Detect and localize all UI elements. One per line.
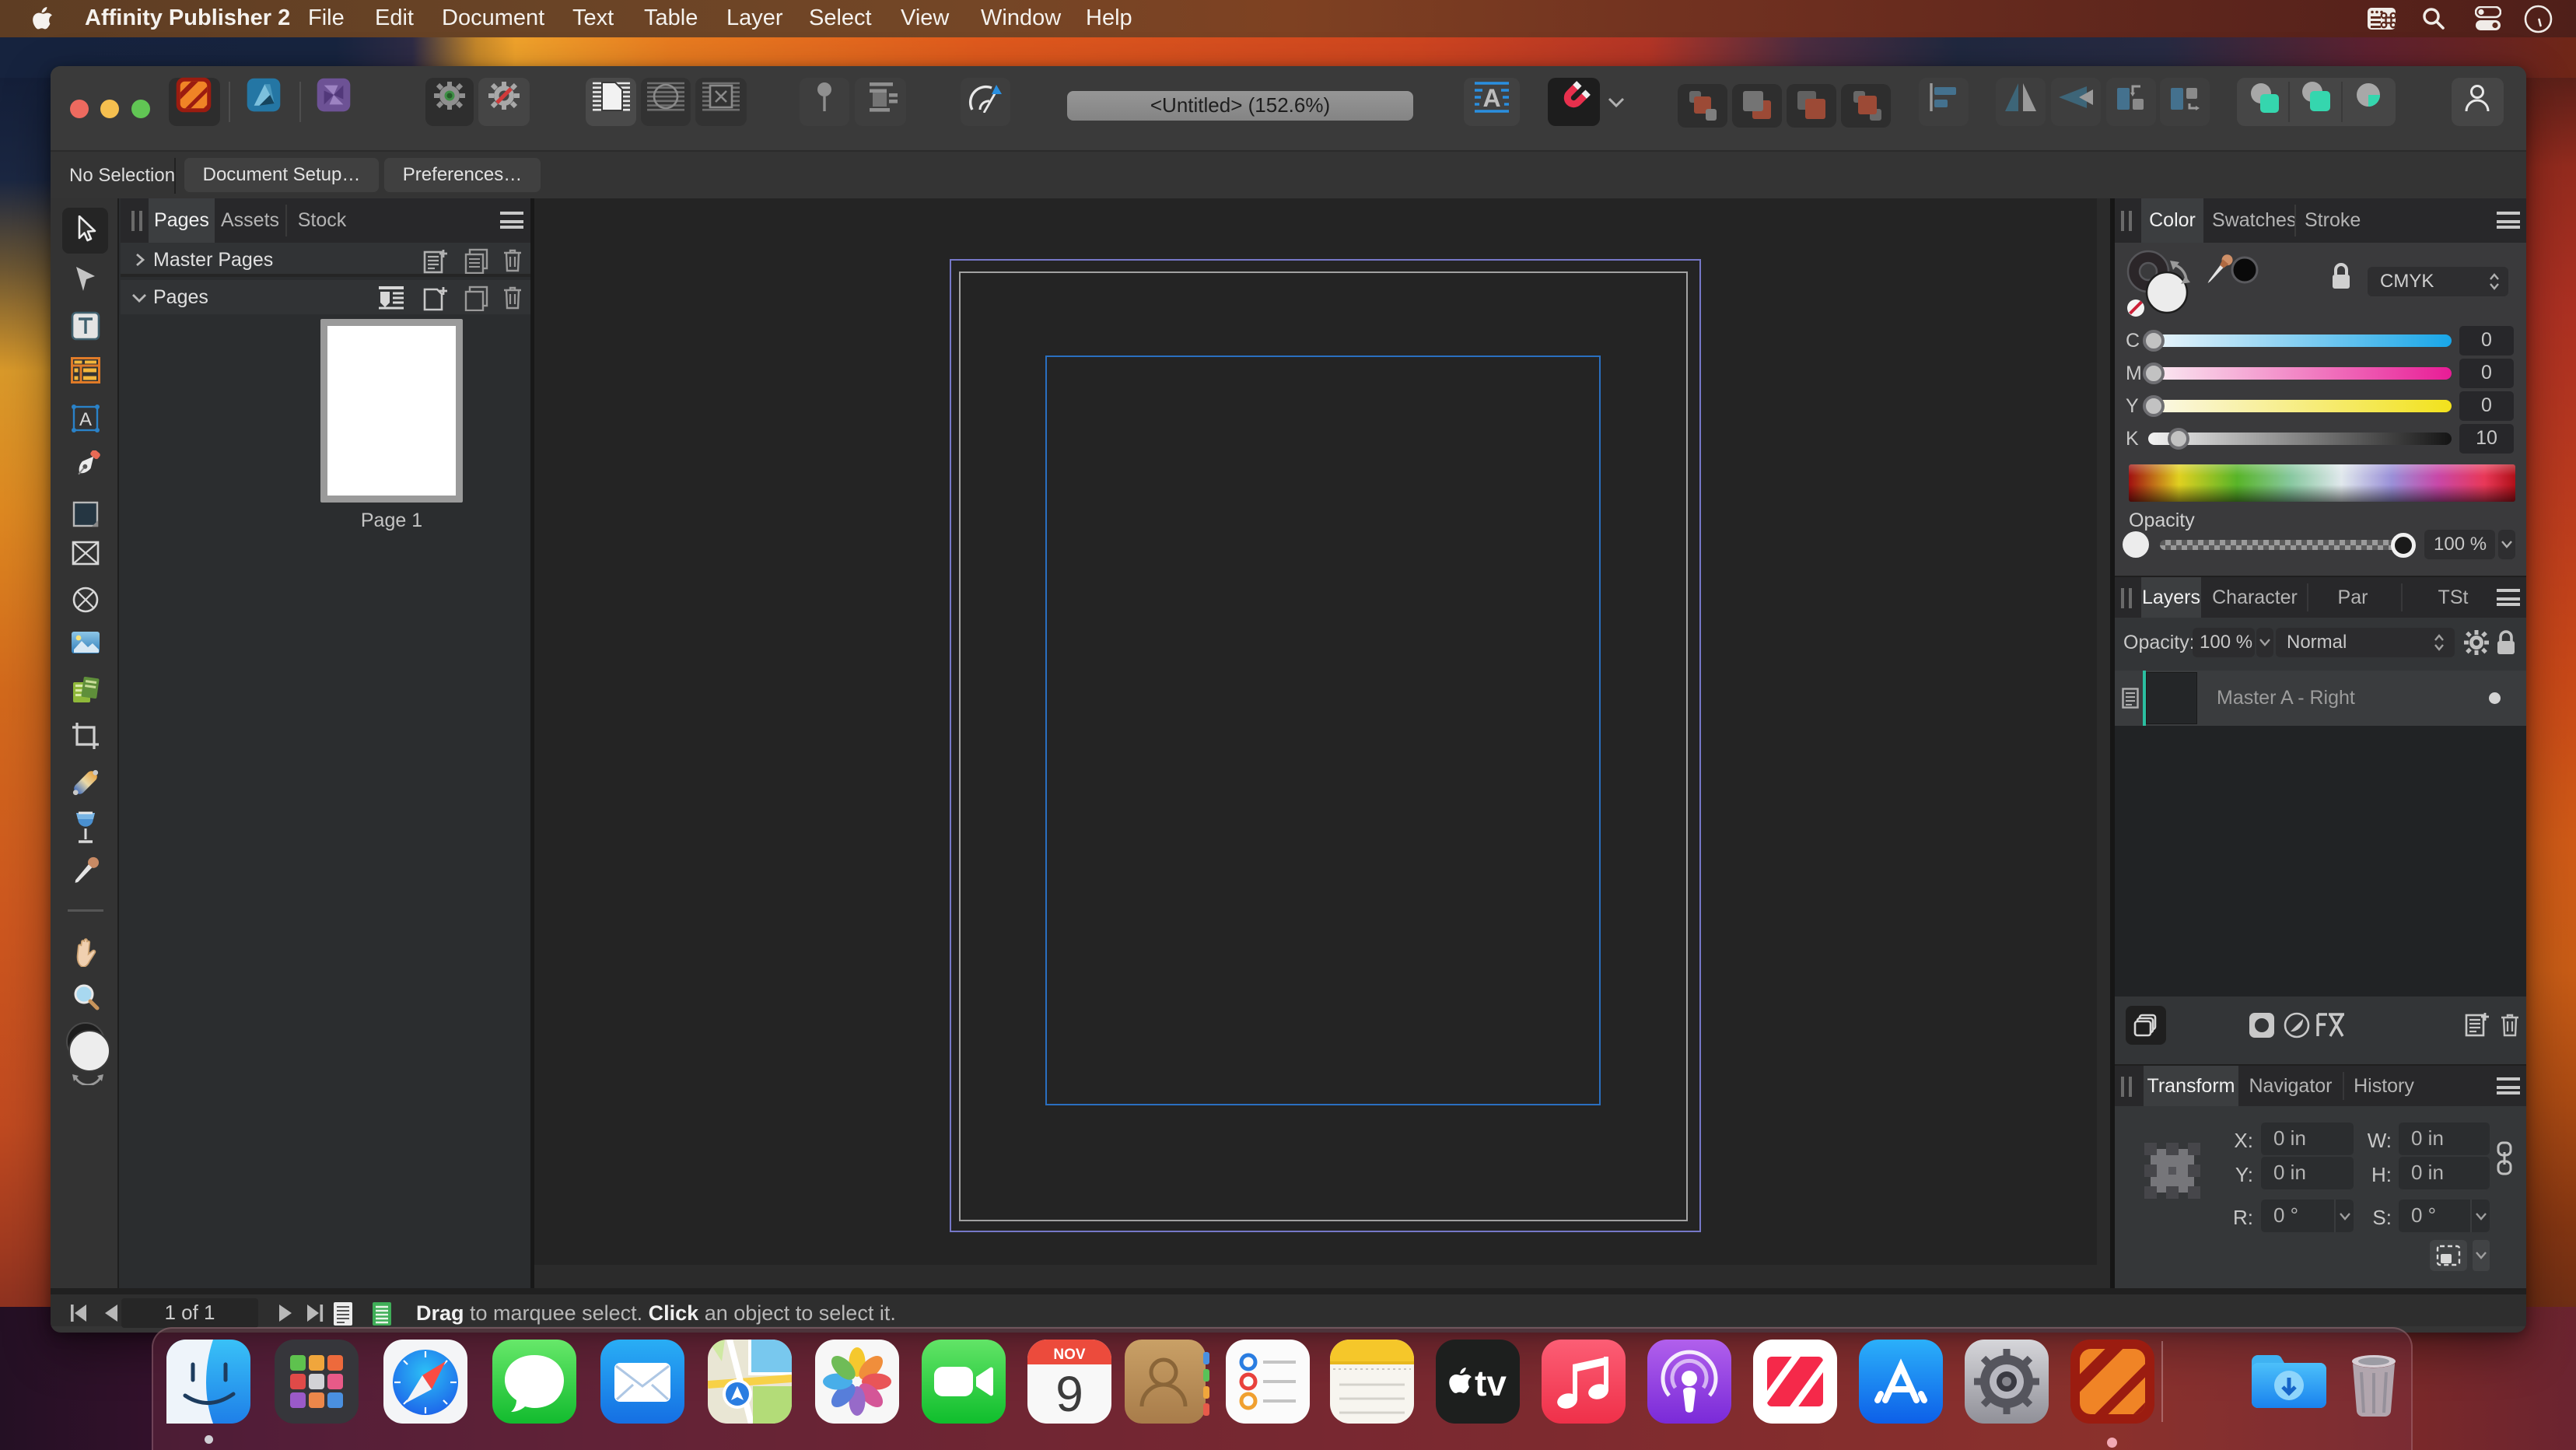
svg-text:NOV: NOV [1053,1347,1086,1363]
svg-text:9: 9 [1055,1366,1083,1422]
svg-text:A: A [79,409,92,430]
svg-text:A: A [1482,84,1500,112]
svg-text:tv: tv [1475,1363,1507,1403]
